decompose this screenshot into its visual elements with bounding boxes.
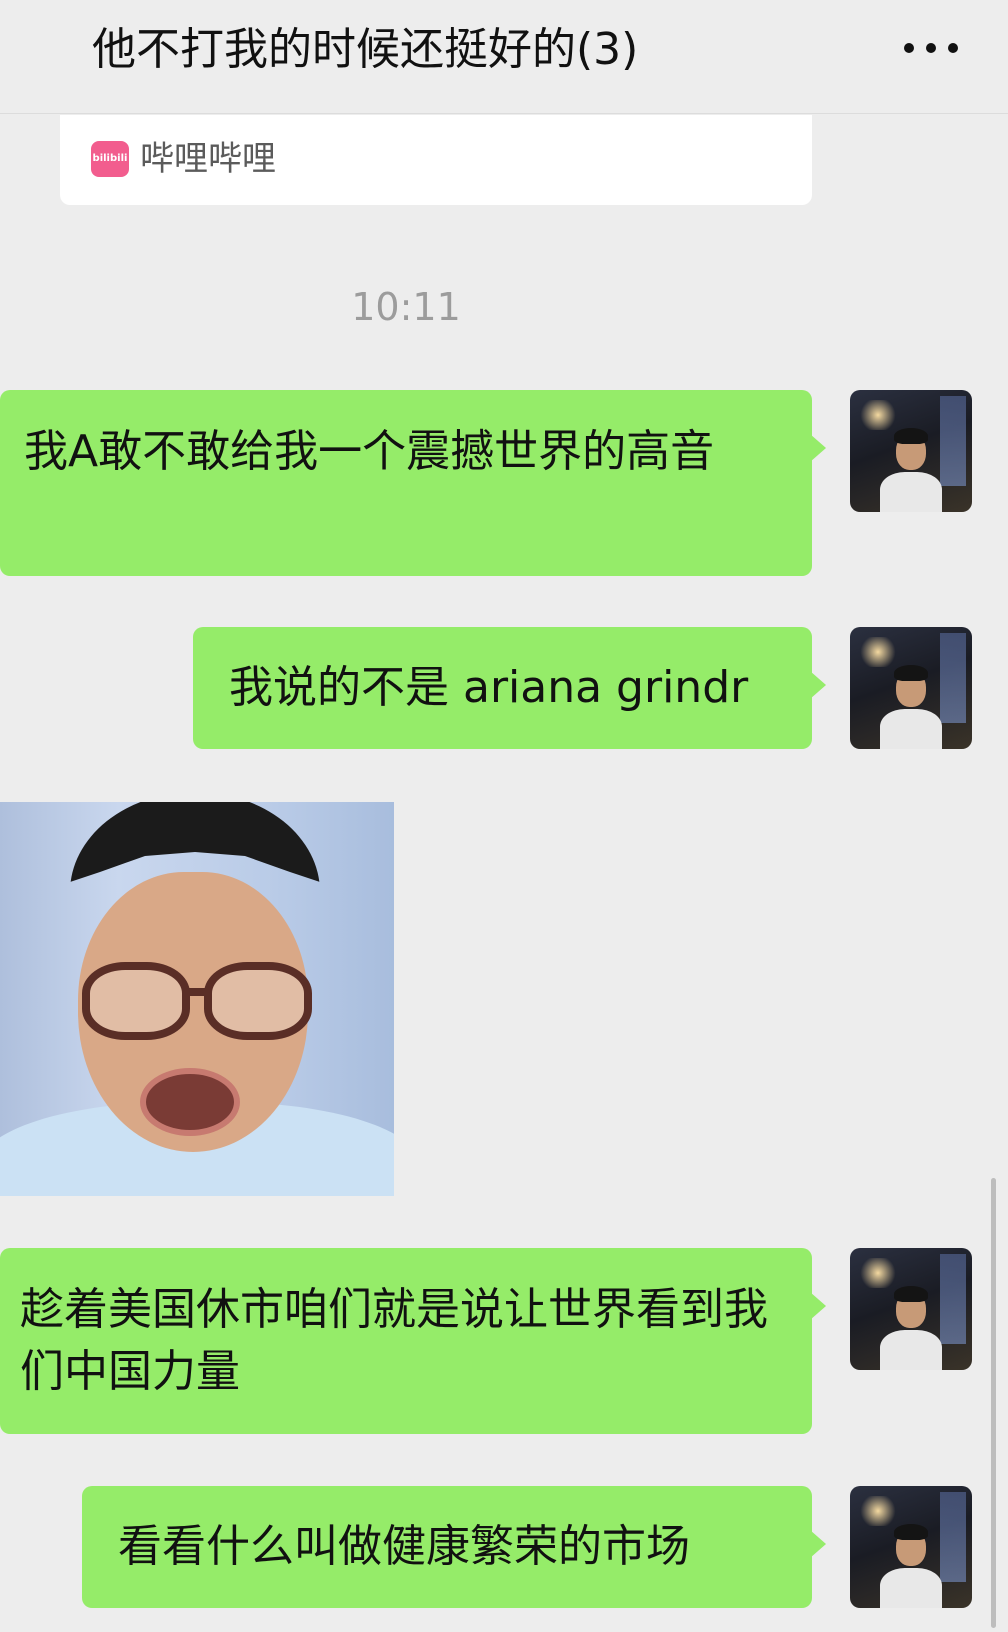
sticker-image[interactable]: [0, 802, 394, 1196]
shared-link-card[interactable]: bilibili 哔哩哔哩: [60, 115, 812, 205]
avatar[interactable]: [850, 1248, 972, 1370]
message-timestamp: 10:11: [351, 285, 461, 329]
message-text: 我A敢不敢给我一个震撼世界的高音: [24, 426, 715, 477]
chat-title[interactable]: 他不打我的时候还挺好的(3): [92, 22, 638, 78]
scrollbar[interactable]: [991, 1178, 996, 1628]
avatar[interactable]: [850, 627, 972, 749]
avatar[interactable]: [850, 390, 972, 512]
message-bubble[interactable]: 趁着美国休市咱们就是说让世界看到我们中国力量: [0, 1248, 826, 1434]
message-text: 趁着美国休市咱们就是说让世界看到我们中国力量: [20, 1284, 768, 1397]
more-dot: [926, 43, 936, 53]
card-source-label: 哔哩哔哩: [140, 139, 276, 179]
message-bubble[interactable]: 我A敢不敢给我一个震撼世界的高音: [0, 390, 826, 576]
avatar[interactable]: [850, 1486, 972, 1608]
message-text: 看看什么叫做健康繁荣的市场: [118, 1521, 690, 1572]
message-bubble[interactable]: 我说的不是 ariana grindr: [193, 627, 826, 749]
message-text: 我说的不是 ariana grindr: [229, 662, 749, 713]
chat-header: 他不打我的时候还挺好的(3): [0, 0, 1008, 114]
bilibili-icon: bilibili: [91, 141, 129, 177]
more-dot: [904, 43, 914, 53]
more-icon[interactable]: [898, 38, 958, 58]
more-dot: [948, 43, 958, 53]
message-bubble[interactable]: 看看什么叫做健康繁荣的市场: [82, 1486, 826, 1608]
